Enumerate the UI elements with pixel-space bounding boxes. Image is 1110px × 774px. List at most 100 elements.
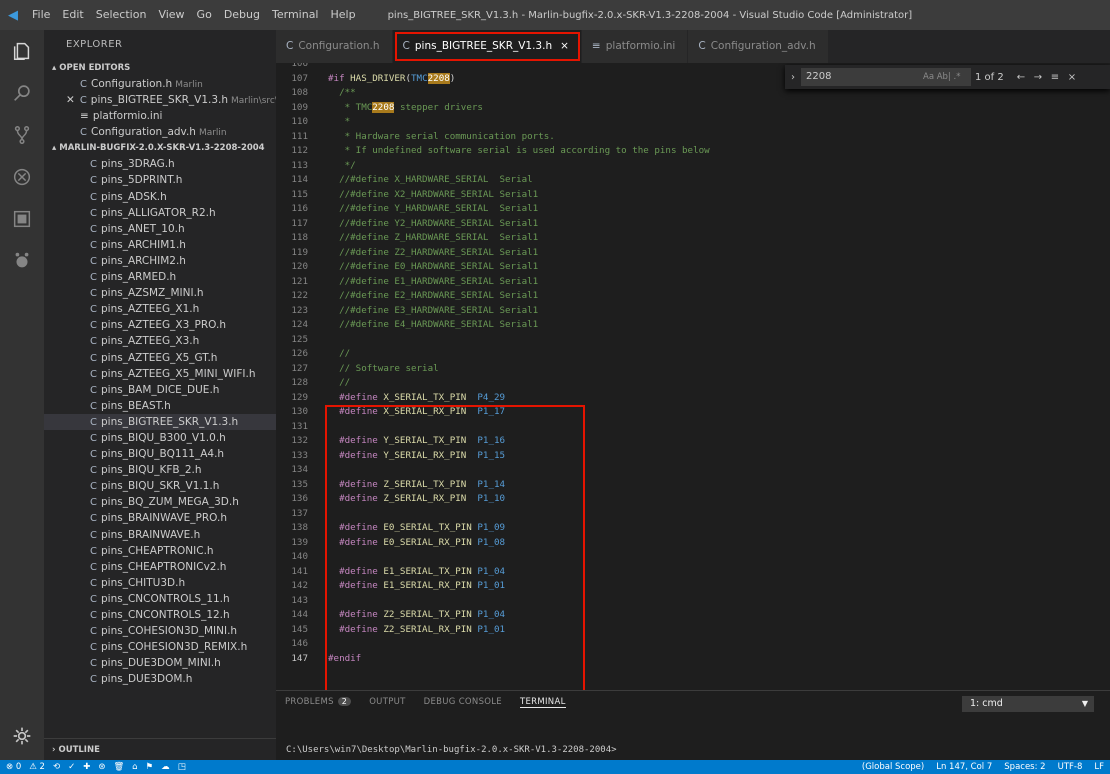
file-tree-item[interactable]: Cpins_ADSK.h xyxy=(44,189,276,205)
status-item-left[interactable]: ✓ xyxy=(68,760,75,774)
file-tree-item[interactable]: Cpins_CNCONTROLS_11.h xyxy=(44,591,276,607)
status-item-left[interactable]: ☁ xyxy=(161,760,170,774)
file-tree-item[interactable]: Cpins_COHESION3D_REMIX.h xyxy=(44,639,276,655)
terminal-select[interactable]: 1: cmd ▼ xyxy=(962,696,1094,712)
file-tree-item[interactable]: Cpins_BQ_ZUM_MEGA_3D.h xyxy=(44,494,276,510)
file-tree-item[interactable]: Cpins_5DPRINT.h xyxy=(44,172,276,188)
file-tree-item[interactable]: Cpins_AZTEEG_X5_MINI_WIFI.h xyxy=(44,366,276,382)
file-tree-item[interactable]: Cpins_ARCHIM2.h xyxy=(44,253,276,269)
file-tree-item[interactable]: Cpins_AZTEEG_X3_PRO.h xyxy=(44,317,276,333)
file-tree-item[interactable]: Cpins_3DRAG.h xyxy=(44,156,276,172)
file-tree-item[interactable]: Cpins_ARCHIM1.h xyxy=(44,237,276,253)
find-options[interactable]: Aa Ab| .* xyxy=(923,72,971,82)
menu-item-selection[interactable]: Selection xyxy=(90,0,153,30)
file-tree-item[interactable]: Cpins_CHITU3D.h xyxy=(44,575,276,591)
open-editor-item[interactable]: C Configuration_adv.h Marlin xyxy=(44,124,276,140)
open-editors-section[interactable]: ▴ OPEN EDITORS xyxy=(44,60,276,76)
status-item-left[interactable]: ◳ xyxy=(178,760,186,774)
file-tree-item[interactable]: Cpins_DUE3DOM_MINI.h xyxy=(44,655,276,671)
terminal-prompt[interactable]: C:\Users\win7\Desktop\Marlin-bugfix-2.0.… xyxy=(286,745,617,755)
close-icon[interactable]: ✕ xyxy=(66,94,75,106)
status-item-left[interactable]: ⌂ xyxy=(132,760,137,774)
file-tree-item[interactable]: Cpins_CHEAPTRONICv2.h xyxy=(44,559,276,575)
file-tree-item[interactable]: Cpins_DUE3DOM.h xyxy=(44,671,276,687)
code-token: Y_SERIAL_TX_PIN xyxy=(383,435,467,446)
source-control-icon[interactable] xyxy=(0,114,44,156)
outline-section[interactable]: › OUTLINE xyxy=(44,738,276,760)
file-tree-item[interactable]: Cpins_BIQU_SKR_V1.1.h xyxy=(44,478,276,494)
next-match-icon[interactable]: → xyxy=(1031,72,1045,83)
panel-tab-output[interactable]: OUTPUT xyxy=(369,697,405,707)
file-tree-item[interactable]: Cpins_BEAST.h xyxy=(44,398,276,414)
status-item-left[interactable]: ⚠ 2 xyxy=(29,760,45,774)
close-icon[interactable]: × xyxy=(560,40,569,52)
open-editor-item[interactable]: ≡ platformio.ini xyxy=(44,108,276,124)
code-editor[interactable]: 106 107 #if HAS_DRIVER(TMC2208) 108 /** 109 … xyxy=(276,63,1110,690)
files-icon[interactable] xyxy=(0,30,44,72)
remote-icon[interactable] xyxy=(0,240,44,282)
file-tree-item[interactable]: Cpins_BIQU_KFB_2.h xyxy=(44,462,276,478)
file-tree-item[interactable]: Cpins_BIGTREE_SKR_V1.3.h xyxy=(44,413,276,430)
toggle-replace-icon[interactable]: › xyxy=(785,72,801,83)
status-item-right[interactable]: UTF-8 xyxy=(1058,760,1083,774)
status-item-right[interactable]: Spaces: 2 xyxy=(1004,760,1045,774)
code-token: P4_29 xyxy=(477,391,506,403)
menu-item-debug[interactable]: Debug xyxy=(218,0,266,30)
panel-tab-debug-console[interactable]: DEBUG CONSOLE xyxy=(424,697,502,707)
status-item-right[interactable]: (Global Scope) xyxy=(862,760,924,774)
c-file-icon: C xyxy=(90,368,97,380)
file-tree-item[interactable]: Cpins_BRAINWAVE_PRO.h xyxy=(44,510,276,526)
line-number: 115 xyxy=(291,188,308,200)
panel-tab-terminal[interactable]: TERMINAL xyxy=(519,697,566,708)
settings-gear-icon[interactable] xyxy=(0,716,44,756)
editor-tab[interactable]: Cpins_BIGTREE_SKR_V1.3.h × xyxy=(392,30,582,63)
file-tree-item[interactable]: Cpins_AZTEEG_X1.h xyxy=(44,301,276,317)
search-icon[interactable] xyxy=(0,72,44,114)
open-editor-item[interactable]: C Configuration.h Marlin xyxy=(44,76,276,92)
file-tree-item[interactable]: Cpins_COHESION3D_MINI.h xyxy=(44,623,276,639)
status-item-left[interactable]: ✚ xyxy=(83,760,90,774)
file-tree-item[interactable]: Cpins_AZTEEG_X3.h xyxy=(44,333,276,349)
file-tree-item[interactable]: Cpins_ANET_10.h xyxy=(44,221,276,237)
close-find-icon[interactable]: × xyxy=(1065,72,1079,83)
editor-tab[interactable]: ≡ platformio.ini xyxy=(581,30,689,63)
open-editor-item[interactable]: ✕ Cpins_BIGTREE_SKR_V1.3.hMarlin\src\p... xyxy=(44,92,276,108)
file-tree-item[interactable]: Cpins_BIQU_BQ111_A4.h xyxy=(44,446,276,462)
file-tree-item[interactable]: Cpins_BIQU_B300_V1.0.h xyxy=(44,430,276,446)
file-tree-item[interactable]: Cpins_BAM_DICE_DUE.h xyxy=(44,382,276,398)
file-tree-item[interactable]: Cpins_CNCONTROLS_12.h xyxy=(44,607,276,623)
editor-tab[interactable]: C Configuration.h xyxy=(276,30,393,63)
menu-item-go[interactable]: Go xyxy=(191,0,218,30)
previous-match-icon[interactable]: ← xyxy=(1014,72,1028,83)
status-item-left[interactable]: ⊛ xyxy=(98,760,105,774)
status-item-left[interactable]: ⊗ 0 xyxy=(6,760,21,774)
file-name: pins_COHESION3D_MINI.h xyxy=(100,625,238,638)
menu-item-help[interactable]: Help xyxy=(325,0,362,30)
status-item-left[interactable]: ⟲ xyxy=(53,760,60,774)
menu-item-file[interactable]: File xyxy=(26,0,56,30)
code-token: HAS_DRIVER xyxy=(350,72,406,84)
debug-icon[interactable] xyxy=(0,156,44,198)
status-item-left[interactable]: ⚑ xyxy=(146,760,154,774)
find-in-selection-icon[interactable]: ≡ xyxy=(1048,72,1062,83)
line-source: #define E0_SERIAL_RX_PIN P1_08 xyxy=(328,536,505,551)
status-item-right[interactable]: Ln 147, Col 7 xyxy=(936,760,992,774)
menu-item-terminal[interactable]: Terminal xyxy=(266,0,325,30)
extensions-icon[interactable] xyxy=(0,198,44,240)
panel-tab-problems[interactable]: PROBLEMS 2 xyxy=(285,697,352,707)
file-tree-item[interactable]: Cpins_ALLIGATOR_R2.h xyxy=(44,205,276,221)
file-tree-item[interactable]: Cpins_ARMED.h xyxy=(44,269,276,285)
status-item-right[interactable]: LF xyxy=(1094,760,1104,774)
file-tree-item[interactable]: Cpins_AZTEEG_X5_GT.h xyxy=(44,350,276,366)
file-tree-item[interactable]: Cpins_AZSMZ_MINI.h xyxy=(44,285,276,301)
editor-tab[interactable]: C Configuration_adv.h xyxy=(688,30,829,63)
menu-item-view[interactable]: View xyxy=(152,0,190,30)
folder-section[interactable]: ▴ MARLIN-BUGFIX-2.0.X-SKR-V1.3-2208-2004 xyxy=(44,140,276,156)
file-tree-item[interactable]: Cpins_BRAINWAVE.h xyxy=(44,527,276,543)
status-item-left[interactable]: 🗑 xyxy=(113,760,124,774)
menu-item-edit[interactable]: Edit xyxy=(56,0,89,30)
code-line: 131 xyxy=(276,420,1110,435)
open-editor-name: platformio.ini xyxy=(92,110,163,123)
file-name: pins_BRAINWAVE_PRO.h xyxy=(100,512,227,525)
file-tree-item[interactable]: Cpins_CHEAPTRONIC.h xyxy=(44,543,276,559)
